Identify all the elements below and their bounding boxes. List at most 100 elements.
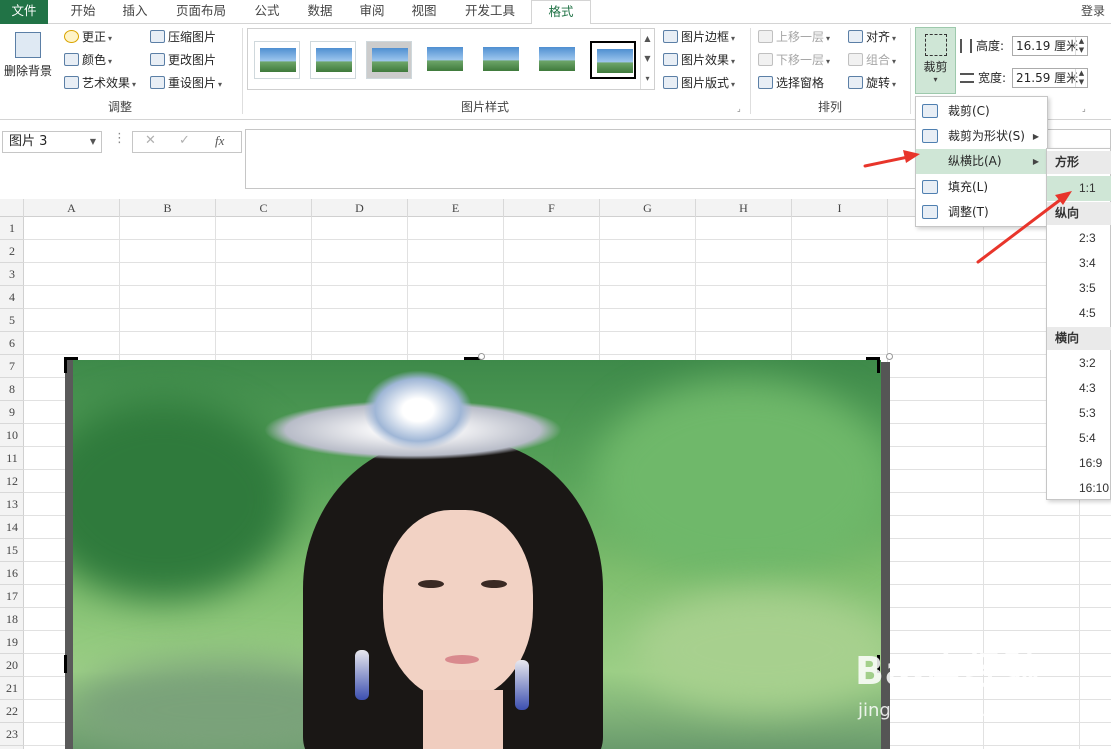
change-picture-button[interactable]: 更改图片 xyxy=(150,50,216,70)
reset-picture-button[interactable]: 重设图片 ▾ xyxy=(150,73,222,93)
remove-background-button[interactable]: 删除背景 xyxy=(4,28,52,88)
row-header[interactable]: 11 xyxy=(0,447,24,470)
row-header[interactable]: 21 xyxy=(0,677,24,700)
menu-item-fit[interactable]: 调整(T) xyxy=(916,200,1047,225)
column-header[interactable]: B xyxy=(120,199,216,217)
align-button[interactable]: 对齐 ▾ xyxy=(848,27,896,47)
tab-formulas[interactable]: 公式 xyxy=(242,0,292,24)
aspect-option-5-4[interactable]: 5:4 xyxy=(1047,426,1111,451)
column-header[interactable]: I xyxy=(792,199,888,217)
row-header[interactable]: 15 xyxy=(0,539,24,562)
aspect-option-3-2[interactable]: 3:2 xyxy=(1047,351,1111,376)
aspect-option-5-3[interactable]: 5:3 xyxy=(1047,401,1111,426)
styles-dialog-launcher[interactable]: ⌟ xyxy=(737,104,741,113)
row-header[interactable]: 17 xyxy=(0,585,24,608)
aspect-option-16-10[interactable]: 16:10 xyxy=(1047,476,1111,501)
insert-function-icon[interactable]: fx xyxy=(215,133,224,149)
row-header[interactable]: 18 xyxy=(0,608,24,631)
tab-insert[interactable]: 插入 xyxy=(110,0,160,24)
tab-view[interactable]: 视图 xyxy=(400,0,448,24)
picture-style-5[interactable] xyxy=(478,41,524,79)
row-header[interactable]: 6 xyxy=(0,332,24,355)
width-input[interactable]: 21.59 厘米 ▲ ▼ xyxy=(1012,68,1088,88)
size-dialog-launcher[interactable]: ⌟ xyxy=(1082,104,1086,113)
selection-pane-button[interactable]: 选择窗格 xyxy=(758,73,824,93)
chevron-down-icon[interactable]: ▼ xyxy=(90,132,96,152)
select-all-corner[interactable] xyxy=(0,199,24,217)
aspect-option-3-4[interactable]: 3:4 xyxy=(1047,251,1111,276)
group-button[interactable]: 组合 ▾ xyxy=(848,50,896,70)
crop-handle-top-right[interactable] xyxy=(877,357,880,373)
height-input[interactable]: 16.19 厘米 ▲ ▼ xyxy=(1012,36,1088,56)
width-spinner[interactable]: ▲ ▼ xyxy=(1075,69,1087,87)
menu-item-crop[interactable]: 裁剪(C) xyxy=(916,99,1047,124)
tab-home[interactable]: 开始 xyxy=(56,0,110,24)
bring-forward-button[interactable]: 上移一层 ▾ xyxy=(758,27,830,47)
picture-style-7[interactable] xyxy=(590,41,636,79)
menu-item-fill[interactable]: 填充(L) xyxy=(916,175,1047,200)
tab-format[interactable]: 格式 xyxy=(531,0,591,25)
row-header[interactable]: 1 xyxy=(0,217,24,240)
cancel-icon[interactable]: ✕ xyxy=(145,133,156,148)
picture-layout-button[interactable]: 图片版式 ▾ xyxy=(663,73,735,93)
artistic-effects-button[interactable]: 艺术效果 ▾ xyxy=(64,73,136,93)
column-header[interactable]: F xyxy=(504,199,600,217)
row-header[interactable]: 2 xyxy=(0,240,24,263)
tab-file[interactable]: 文件 xyxy=(0,0,48,24)
tab-data[interactable]: 数据 xyxy=(296,0,344,24)
crop-button[interactable]: 裁剪 ▾ xyxy=(915,27,956,94)
column-header[interactable]: E xyxy=(408,199,504,217)
row-header[interactable]: 20 xyxy=(0,654,24,677)
row-header[interactable]: 5 xyxy=(0,309,24,332)
row-header[interactable]: 14 xyxy=(0,516,24,539)
column-header[interactable]: C xyxy=(216,199,312,217)
resize-handle[interactable] xyxy=(886,353,893,360)
column-header[interactable]: H xyxy=(696,199,792,217)
column-header[interactable]: D xyxy=(312,199,408,217)
aspect-option-2-3[interactable]: 2:3 xyxy=(1047,226,1111,251)
rotate-button[interactable]: 旋转 ▾ xyxy=(848,73,896,93)
picture-border-button[interactable]: 图片边框 ▾ xyxy=(663,27,735,47)
row-header[interactable]: 22 xyxy=(0,700,24,723)
enter-icon[interactable]: ✓ xyxy=(179,133,190,148)
aspect-option-1-1[interactable]: 1:1 xyxy=(1047,176,1111,201)
row-header[interactable]: 4 xyxy=(0,286,24,309)
row-header[interactable]: 9 xyxy=(0,401,24,424)
picture-style-3[interactable] xyxy=(366,41,412,79)
aspect-option-16-9[interactable]: 16:9 xyxy=(1047,451,1111,476)
picture-style-1[interactable] xyxy=(254,41,300,79)
row-header[interactable]: 23 xyxy=(0,723,24,746)
height-spinner[interactable]: ▲ ▼ xyxy=(1075,37,1087,55)
row-header[interactable]: 10 xyxy=(0,424,24,447)
row-header[interactable]: 8 xyxy=(0,378,24,401)
aspect-option-3-5[interactable]: 3:5 xyxy=(1047,276,1111,301)
tab-review[interactable]: 审阅 xyxy=(348,0,396,24)
tab-page-layout[interactable]: 页面布局 xyxy=(168,0,234,24)
row-header[interactable]: 16 xyxy=(0,562,24,585)
picture-style-2[interactable] xyxy=(310,41,356,79)
column-header[interactable]: A xyxy=(24,199,120,217)
gallery-scroll[interactable]: ▲ ▼ ▾ xyxy=(640,29,654,89)
crop-handle-left[interactable] xyxy=(64,655,67,673)
aspect-option-4-3[interactable]: 4:3 xyxy=(1047,376,1111,401)
picture-effects-button[interactable]: 图片效果 ▾ xyxy=(663,50,735,70)
resize-handle[interactable] xyxy=(478,353,485,360)
picture-style-6[interactable] xyxy=(534,41,580,79)
row-header[interactable]: 3 xyxy=(0,263,24,286)
picture-style-4[interactable] xyxy=(422,41,468,79)
aspect-option-4-5[interactable]: 4:5 xyxy=(1047,301,1111,326)
row-header[interactable]: 12 xyxy=(0,470,24,493)
send-backward-button[interactable]: 下移一层 ▾ xyxy=(758,50,830,70)
menu-item-crop-to-shape[interactable]: 裁剪为形状(S) ▶ xyxy=(916,124,1047,149)
sign-in-link[interactable]: 登录 xyxy=(1081,0,1105,22)
compress-pictures-button[interactable]: 压缩图片 xyxy=(150,27,216,47)
color-button[interactable]: 颜色 ▾ xyxy=(64,50,112,70)
column-header[interactable]: G xyxy=(600,199,696,217)
tab-developer[interactable]: 开发工具 xyxy=(456,0,524,24)
row-header[interactable]: 19 xyxy=(0,631,24,654)
name-box[interactable]: 图片 3 ▼ xyxy=(2,131,102,153)
menu-item-aspect-ratio[interactable]: 纵横比(A) ▶ xyxy=(916,149,1047,174)
crop-handle-top-left[interactable] xyxy=(64,357,67,373)
corrections-button[interactable]: 更正 ▾ xyxy=(64,27,112,47)
selected-picture[interactable] xyxy=(73,360,881,749)
